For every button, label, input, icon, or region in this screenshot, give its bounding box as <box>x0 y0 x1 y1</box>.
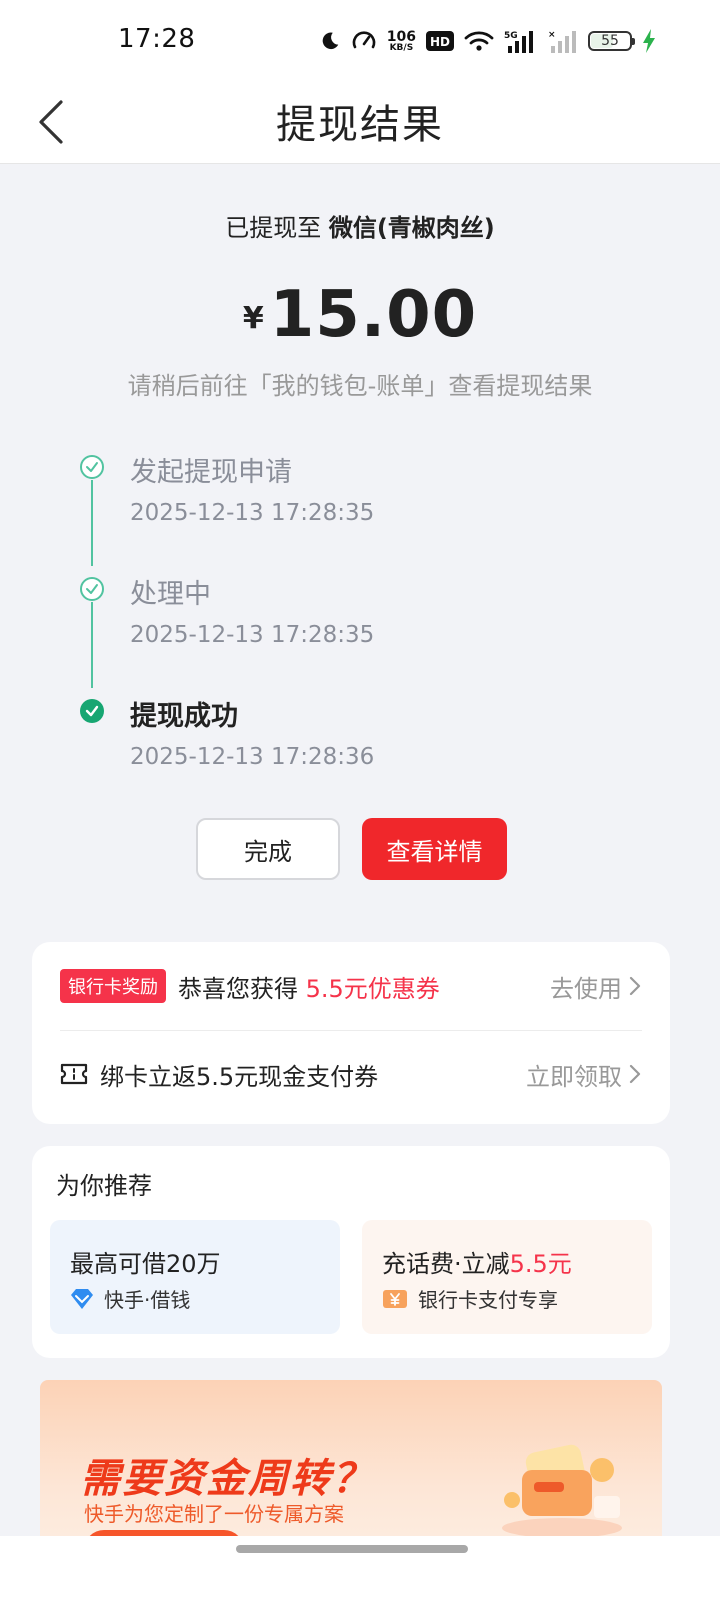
use-coupon-link[interactable]: 去使用 <box>550 969 642 1004</box>
svg-text:×: × <box>548 30 556 40</box>
banner-subtitle: 快手为您定制了一份专属方案 <box>84 1502 344 1526</box>
net-speed-unit: KB/S <box>389 42 414 53</box>
recommend-item-sub: 银行卡支付专享 <box>382 1284 558 1313</box>
moon-icon <box>322 32 339 50</box>
withdraw-destination: 已提现至 微信(青椒肉丝) <box>0 208 720 243</box>
chevron-right-icon <box>629 1064 641 1084</box>
status-bar: 17:28 106 KB/S HD 5G × 55 <box>0 0 720 80</box>
reward-text: 恭喜您获得 5.5元优惠券 <box>178 969 440 1004</box>
reward-highlight: 5.5元优惠券 <box>305 974 440 1003</box>
coupon-row[interactable]: 绑卡立返5.5元现金支付券 立即领取 <box>60 1056 642 1092</box>
page-title: 提现结果 <box>276 102 444 148</box>
network-label: 5G <box>504 31 518 41</box>
step-time: 2025-12-13 17:28:35 <box>130 622 375 648</box>
recommend-item-loan[interactable]: 最高可借20万 快手·借钱 <box>50 1220 340 1334</box>
recommend-item-head-text: 最高可借20万 <box>70 1250 221 1278</box>
recommend-item-head: 充话费·立减5.5元 <box>382 1244 572 1279</box>
charging-icon <box>643 29 655 53</box>
reward-badge: 银行卡奖励 <box>60 969 166 1003</box>
banner-title: 需要资金周转？ <box>80 1456 374 1502</box>
currency-symbol: ¥ <box>242 301 264 336</box>
nav-bar: 提现结果 <box>0 80 720 164</box>
hd-icon: HD <box>426 31 454 51</box>
signal-5g-icon: 5G <box>504 31 533 53</box>
destination-prefix: 已提现至 <box>225 214 322 242</box>
wallet-illustration <box>502 1444 622 1538</box>
diamond-icon <box>71 1288 93 1309</box>
reward-card: 银行卡奖励 恭喜您获得 5.5元优惠券 去使用 绑卡立返5.5元现金支付券 立即… <box>32 942 670 1124</box>
recommend-item-sub: 快手·借钱 <box>70 1284 190 1313</box>
battery-level: 55 <box>601 33 619 49</box>
speedometer-icon <box>352 31 376 49</box>
amount-value: 15.00 <box>269 278 478 352</box>
battery-indicator: 55 <box>588 31 635 51</box>
yuan-coupon-icon <box>383 1289 407 1308</box>
claim-coupon-link[interactable]: 立即领取 <box>526 1057 642 1092</box>
ticket-icon <box>60 1063 88 1085</box>
view-details-button[interactable]: 查看详情 <box>362 818 507 880</box>
reward-row[interactable]: 银行卡奖励 恭喜您获得 5.5元优惠券 去使用 <box>60 968 642 1004</box>
use-coupon-label: 去使用 <box>550 974 622 1003</box>
step-check-icon <box>80 577 104 601</box>
net-speed: 106 KB/S <box>387 30 416 53</box>
reward-text-prefix: 恭喜您获得 <box>178 974 298 1003</box>
home-indicator[interactable] <box>236 1545 468 1553</box>
status-icons: 106 KB/S HD 5G × 55 <box>319 26 656 56</box>
promo-banner[interactable]: 需要资金周转？ 快手为您定制了一份专属方案 <box>40 1380 662 1560</box>
done-button[interactable]: 完成 <box>196 818 340 880</box>
status-time: 17:28 <box>118 24 196 54</box>
recommend-item-sub-text: 银行卡支付专享 <box>418 1288 558 1312</box>
claim-coupon-label: 立即领取 <box>526 1062 622 1091</box>
chevron-right-icon <box>629 976 641 996</box>
coupon-text: 绑卡立返5.5元现金支付券 <box>100 1062 379 1091</box>
recommend-item-head-highlight: 5.5元 <box>509 1250 572 1278</box>
timeline-connector <box>91 480 93 566</box>
step-title: 发起提现申请 <box>130 457 292 488</box>
recommend-item-head-text: 充话费·立减 <box>382 1250 510 1278</box>
progress-timeline: 发起提现申请 2025-12-13 17:28:35 处理中 2025-12-1… <box>80 450 640 790</box>
destination-account: 微信(青椒肉丝) <box>328 214 495 242</box>
recommend-card: 为你推荐 最高可借20万 快手·借钱 充话费·立减5.5元 银行卡支付专享 <box>32 1146 670 1358</box>
wifi-icon <box>464 31 494 51</box>
success-check-icon <box>80 699 104 723</box>
signal-weak-icon: × <box>548 30 576 53</box>
result-hint: 请稍后前往「我的钱包-账单」查看提现结果 <box>127 372 593 400</box>
recommend-item-head: 最高可借20万 <box>70 1244 221 1279</box>
step-time: 2025-12-13 17:28:36 <box>130 744 375 770</box>
recommend-item-sub-text: 快手·借钱 <box>104 1288 191 1312</box>
recommend-item-topup[interactable]: 充话费·立减5.5元 银行卡支付专享 <box>362 1220 652 1334</box>
step-title: 处理中 <box>130 579 211 610</box>
divider <box>60 1030 642 1031</box>
step-time: 2025-12-13 17:28:35 <box>130 500 375 526</box>
hd-label: HD <box>430 35 450 49</box>
withdraw-amount: ¥15.00 <box>0 278 720 352</box>
step-title: 提现成功 <box>130 701 238 732</box>
step-check-icon <box>80 455 104 479</box>
timeline-connector <box>91 602 93 688</box>
net-speed-value: 106 <box>386 28 416 45</box>
recommend-title: 为你推荐 <box>56 1172 152 1200</box>
